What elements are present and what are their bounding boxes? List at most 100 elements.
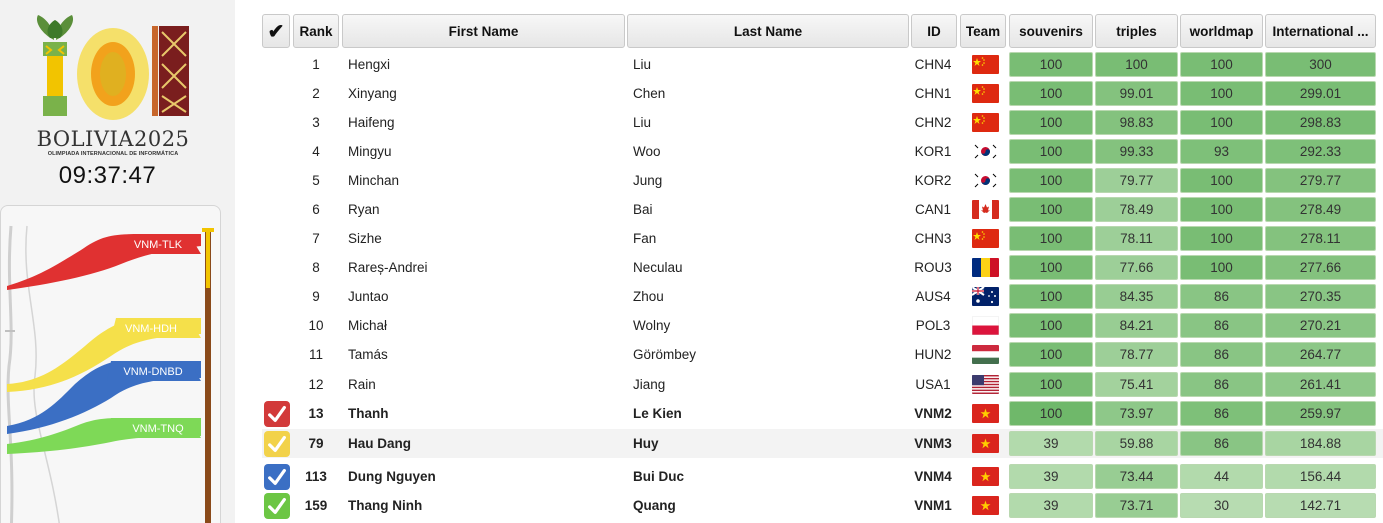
task-score-cell: 30 [1180,493,1263,518]
header-rank[interactable]: Rank [293,14,339,48]
contestant-id-cell: CHN4 [914,57,952,72]
flag-vn-icon [971,404,999,423]
table-row[interactable]: 13 Thanh Le Kien VNM2 100 73.97 86 259.97 [262,399,1383,428]
team-flag-cell [971,253,999,282]
table-row[interactable]: 2 Xinyang Chen CHN1 100 99.01 100 299.01 [262,79,1383,108]
table-row[interactable]: 113 Dung Nguyen Bui Duc VNM4 39 73.44 44 156.44 [262,462,1383,491]
task-score-cell: 98.83 [1095,110,1178,135]
header-first-name[interactable]: First Name [342,14,625,48]
checkmark-icon [268,405,286,423]
contestant-id-cell: KOR2 [914,173,952,188]
last-name-cell: Woo [633,144,661,159]
rank-cell: 11 [308,347,323,362]
first-name-cell: Juntao [348,289,389,304]
team-flag-cell [971,491,999,520]
race-label-vnm-hdh: VNM-HDH [125,323,177,335]
task-score-cell: 100 [1095,52,1178,77]
total-score-cell: 278.11 [1265,226,1376,251]
task-score-cell: 93 [1180,139,1263,164]
rank-cell: 9 [312,289,320,304]
table-row[interactable]: 12 Rain Jiang USA1 100 75.41 86 261.41 [262,370,1383,399]
header-total[interactable]: International ... [1265,14,1376,48]
task-score-cell: 99.33 [1095,139,1178,164]
team-flag-cell [971,282,999,311]
checkmark-icon [268,497,286,515]
race-label-vnm-tnq: VNM-TNQ [132,423,184,435]
first-name-cell: Mingyu [348,144,392,159]
last-name-cell: Neculau [633,260,683,275]
contestant-id-cell: POL3 [915,318,951,333]
last-name-cell: Liu [633,115,652,130]
checkmark-icon [268,468,286,486]
first-name-cell: Rareș-Andrei [348,260,428,275]
row-select-checkbox[interactable] [264,464,290,490]
task-score-cell: 100 [1009,110,1093,135]
rank-cell: 3 [312,115,320,130]
team-flag-cell [971,399,999,428]
last-name-cell: Huy [633,436,659,451]
contestant-id-cell: VNM1 [914,498,952,513]
last-name-cell: Liu [633,57,652,72]
table-row[interactable]: 5 Minchan Jung KOR2 100 79.77 100 279.77 [262,166,1383,195]
task-score-cell: 73.71 [1095,493,1178,518]
total-score-cell: 298.83 [1265,110,1376,135]
task-score-cell: 78.49 [1095,197,1178,222]
total-score-cell: 261.41 [1265,372,1376,397]
race-label-vnm-dnbd: VNM-DNBD [123,366,182,378]
flag-vn-icon [971,467,999,486]
total-score-cell: 259.97 [1265,401,1376,426]
header-team[interactable]: Team [960,14,1006,48]
task-score-cell: 100 [1009,168,1093,193]
last-name-cell: Le Kien [633,406,682,421]
table-row[interactable]: 79 Hau Dang Huy VNM3 39 59.88 86 184.88 [262,429,1383,458]
task-score-cell: 100 [1180,168,1263,193]
flag-kr-icon [971,171,999,190]
header-task-triples[interactable]: triples [1095,14,1178,48]
header-id[interactable]: ID [911,14,957,48]
last-name-cell: Bai [633,202,653,217]
total-score-cell: 142.71 [1265,493,1376,518]
task-score-cell: 44 [1180,464,1263,489]
table-row[interactable]: 9 Juntao Zhou AUS4 100 84.35 86 270.35 [262,282,1383,311]
flag-vn-icon [971,434,999,453]
total-score-cell: 279.77 [1265,168,1376,193]
rank-cell: 1 [312,57,320,72]
table-row[interactable]: 6 Ryan Bai CAN1 100 78.49 100 278.49 [262,195,1383,224]
table-row[interactable]: 10 Michał Wolny POL3 100 84.21 86 270.21 [262,311,1383,340]
rank-cell: 8 [312,260,320,275]
table-row[interactable]: 8 Rareș-Andrei Neculau ROU3 100 77.66 100 277.6… [262,253,1383,282]
team-flag-cell [971,137,999,166]
row-select-checkbox[interactable] [264,401,290,427]
rank-cell: 10 [308,318,324,333]
flag-cn-icon [971,84,999,103]
team-flag-cell [971,166,999,195]
table-row[interactable]: 3 Haifeng Liu CHN2 100 98.83 100 298.83 [262,108,1383,137]
first-name-cell: Tamás [348,347,388,362]
task-score-cell: 100 [1180,255,1263,280]
first-name-cell: Hengxi [348,57,391,72]
header-task-souvenirs[interactable]: souvenirs [1009,14,1093,48]
table-row[interactable]: 7 Sizhe Fan CHN3 100 78.11 100 278.11 [262,224,1383,253]
header-last-name[interactable]: Last Name [627,14,909,48]
table-row[interactable]: 4 Mingyu Woo KOR1 100 99.33 93 292.33 [262,137,1383,166]
team-flag-cell [971,108,999,137]
row-select-checkbox[interactable] [264,431,290,457]
header-task-worldmap[interactable]: worldmap [1180,14,1263,48]
first-name-cell: Ryan [348,202,380,217]
rank-cell: 6 [312,202,320,217]
task-score-cell: 100 [1180,52,1263,77]
total-score-cell: 184.88 [1265,431,1376,456]
race-chart: VNM-TLK VNM-HDH VNM-DNBD VNM-TNQ [0,205,221,523]
task-score-cell: 86 [1180,284,1263,309]
header-select-all[interactable]: ✔ [262,14,290,48]
table-row[interactable]: 159 Thang Ninh Quang VNM1 39 73.71 30 142.71 [262,491,1383,520]
flag-kr-icon [971,142,999,161]
flag-us-icon [971,375,999,394]
table-row[interactable]: 1 Hengxi Liu CHN4 100 100 100 300 [262,50,1383,79]
table-row[interactable]: 11 Tamás Görömbey HUN2 100 78.77 86 264.77 [262,340,1383,369]
first-name-cell: Xinyang [348,86,397,101]
task-score-cell: 39 [1009,493,1093,518]
total-score-cell: 278.49 [1265,197,1376,222]
rank-cell: 5 [312,173,320,188]
row-select-checkbox[interactable] [264,493,290,519]
